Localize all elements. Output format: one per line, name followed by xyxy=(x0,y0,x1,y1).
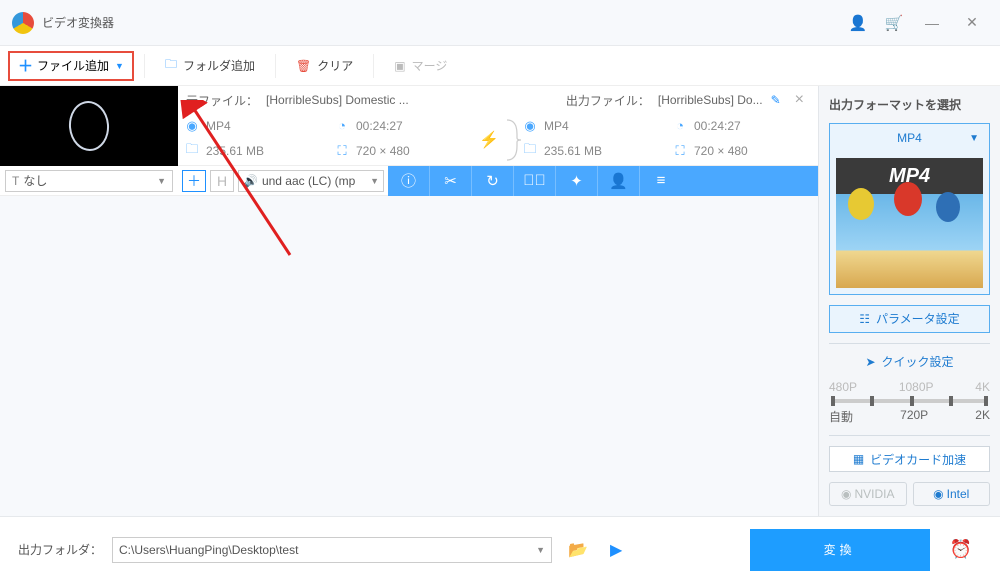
out-resolution: 720 × 480 xyxy=(694,144,748,158)
output-path-input[interactable]: C:\Users\HuangPing\Desktop\test ▼ xyxy=(112,537,552,563)
file-list-area[interactable] xyxy=(0,196,818,516)
rename-icon[interactable]: ✎ xyxy=(771,93,781,107)
app-title: ビデオ変換器 xyxy=(42,14,114,31)
audio-value: und aac (LC) (mp xyxy=(262,174,355,188)
add-folder-button[interactable]: 🗀 フォルダ追加 xyxy=(155,51,265,81)
merge-button[interactable]: ▣ マージ xyxy=(384,51,457,81)
watermark-button[interactable]: 👤 xyxy=(598,166,640,196)
nvidia-badge: ◉NVIDIA xyxy=(829,482,907,506)
size-icon: 🗀 xyxy=(184,140,200,162)
sliders-icon: ☷ xyxy=(859,312,870,326)
minimize-button[interactable]: — xyxy=(916,11,948,35)
video-thumbnail[interactable] xyxy=(0,86,178,166)
effects-button[interactable]: ✦ xyxy=(556,166,598,196)
format-icon: ◉ xyxy=(184,118,200,134)
trim-button[interactable]: ✂ xyxy=(430,166,472,196)
folder-plus-icon: 🗀 xyxy=(165,55,177,76)
chevron-down-icon: ▼ xyxy=(370,176,379,186)
rotate-button[interactable]: ↻ xyxy=(472,166,514,196)
source-file-label: 元ファイル： xyxy=(186,92,258,109)
video-item[interactable]: 元ファイル： [HorribleSubs] Domestic ... 出力ファイ… xyxy=(0,86,818,166)
subtitle-select[interactable]: T なし ▼ xyxy=(5,170,173,192)
convert-button[interactable]: 変換 xyxy=(750,529,930,571)
open-folder-icon[interactable]: 📂 xyxy=(562,540,594,560)
crop-button[interactable]: ✂⃞ xyxy=(514,166,556,196)
src-size: 235.61 MB xyxy=(206,144,264,158)
size-icon: 🗀 xyxy=(522,140,538,162)
app-logo xyxy=(12,12,34,34)
remove-item-icon[interactable]: × xyxy=(789,91,810,109)
clear-label: クリア xyxy=(317,57,353,74)
trash-icon: 🗑 xyxy=(296,59,311,73)
resolution-slider[interactable]: 480P1080P4K 自動720P2K xyxy=(829,380,990,425)
add-subtitle-button[interactable]: ＋ xyxy=(182,170,206,192)
parameter-label: パラメータ設定 xyxy=(876,310,960,327)
browse-video-icon[interactable]: ▶ xyxy=(604,540,628,560)
audio-icon: 🔊 xyxy=(243,174,258,188)
clear-button[interactable]: 🗑 クリア xyxy=(286,51,363,81)
output-path-value: C:\Users\HuangPing\Desktop\test xyxy=(119,543,298,557)
subtitle-value: なし xyxy=(23,172,47,189)
out-duration: 00:24:27 xyxy=(694,119,741,133)
resolution-icon: ⛶ xyxy=(672,143,688,159)
account-icon[interactable]: 👤 xyxy=(844,9,872,37)
lightning-icon: ⚡ xyxy=(474,130,504,150)
subtitle-button[interactable]: ≡ xyxy=(640,166,682,196)
cart-icon[interactable]: 🛒 xyxy=(880,9,908,37)
chevron-down-icon: ▼ xyxy=(536,545,545,555)
out-size: 235.61 MB xyxy=(544,144,602,158)
format-value: MP4 xyxy=(897,131,922,145)
resolution-icon: ⛶ xyxy=(334,143,350,159)
src-format: MP4 xyxy=(206,119,231,133)
output-format-selector[interactable]: MP4 ▼ MP4 xyxy=(829,123,990,295)
add-file-label: ファイル追加 xyxy=(37,57,109,74)
format-icon: ◉ xyxy=(522,118,538,134)
source-file-name: [HorribleSubs] Domestic ... xyxy=(266,93,409,107)
close-window-button[interactable]: ✕ xyxy=(956,11,988,35)
merge-icon: ▣ xyxy=(394,59,405,73)
format-panel-title: 出力フォーマットを選択 xyxy=(829,96,990,113)
chevron-down-icon: ▼ xyxy=(157,176,166,186)
edit-toolbar: ⓘ ✂ ↻ ✂⃞ ✦ 👤 ≡ xyxy=(388,166,818,196)
chevron-down-icon: ▼ xyxy=(969,133,979,144)
format-preview-icon: MP4 xyxy=(836,158,983,288)
output-file-name: [HorribleSubs] Do... xyxy=(658,93,763,107)
out-format: MP4 xyxy=(544,119,569,133)
info-button[interactable]: ⓘ xyxy=(388,166,430,196)
output-file-label: 出力ファイル： xyxy=(566,92,650,109)
add-folder-label: フォルダ追加 xyxy=(183,57,255,74)
text-icon: T xyxy=(12,174,19,188)
src-duration: 00:24:27 xyxy=(356,119,403,133)
add-file-button[interactable]: ＋ ファイル追加 ▼ xyxy=(8,51,134,81)
output-folder-label: 出力フォルダ： xyxy=(18,541,102,558)
merge-label: マージ xyxy=(412,57,448,74)
duration-icon: ◔ xyxy=(334,118,350,133)
parameter-settings-button[interactable]: ☷ パラメータ設定 xyxy=(829,305,990,333)
bolt-icon: ➤ xyxy=(865,355,875,369)
audio-track-select[interactable]: 🔊 und aac (LC) (mp ▼ xyxy=(238,170,384,192)
quick-settings-title: ➤ クイック設定 xyxy=(829,353,990,370)
header-toggle-button[interactable]: H xyxy=(210,170,234,192)
chevron-down-icon: ▼ xyxy=(115,61,124,71)
plus-icon: ＋ xyxy=(18,55,33,76)
schedule-icon[interactable]: ⏰ xyxy=(940,539,982,560)
intel-badge: ◉Intel xyxy=(913,482,991,506)
gpu-accel-button[interactable]: ▦ ビデオカード加速 xyxy=(829,446,990,472)
duration-icon: ◔ xyxy=(672,118,688,133)
src-resolution: 720 × 480 xyxy=(356,144,410,158)
chip-icon: ▦ xyxy=(853,452,864,466)
